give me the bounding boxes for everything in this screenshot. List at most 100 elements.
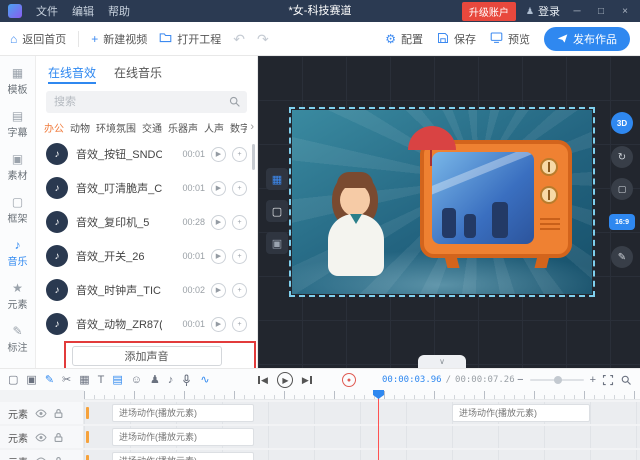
- sound-row[interactable]: ♪ 音效_按钮_SNDC 00:01 ▶ +: [36, 137, 257, 171]
- eye-icon[interactable]: [35, 433, 47, 442]
- sound-add-button[interactable]: +: [232, 249, 247, 264]
- wave-tool-icon[interactable]: ∿: [200, 375, 209, 386]
- play-button[interactable]: ▶: [277, 372, 293, 388]
- timeline-clip[interactable]: 进场动作(播放元素): [452, 404, 590, 422]
- sound-play-button[interactable]: ▶: [211, 147, 226, 162]
- search-icon[interactable]: [228, 95, 241, 108]
- tab-online-music[interactable]: 在线音乐: [114, 64, 162, 84]
- track-lane[interactable]: 进场动作(播放元素): [84, 450, 640, 460]
- timeline-clip[interactable]: 进场动作(播放元素): [112, 428, 254, 446]
- add-sound-button[interactable]: 添加声音: [72, 346, 222, 366]
- login-button[interactable]: ♟ 登录: [526, 3, 560, 19]
- back-home-button[interactable]: ⌂ 返回首页: [10, 31, 66, 47]
- category-animal[interactable]: 动物: [70, 120, 90, 135]
- sidebar-item-template[interactable]: ▦ 模板: [0, 62, 36, 100]
- sidebar-item-subtitle[interactable]: ▤ 字幕: [0, 105, 36, 143]
- sound-add-button[interactable]: +: [232, 317, 247, 332]
- video-frame[interactable]: [292, 110, 592, 294]
- eye-icon[interactable]: [35, 457, 47, 460]
- pen-tool-icon[interactable]: ✎: [45, 375, 54, 386]
- sound-play-button[interactable]: ▶: [211, 283, 226, 298]
- zoom-in-button[interactable]: +: [590, 374, 596, 386]
- zoom-out-button[interactable]: −: [517, 374, 523, 386]
- aspect-ratio-button[interactable]: 16:9: [609, 214, 635, 230]
- character-tool-icon[interactable]: ♟: [150, 375, 160, 386]
- split-tool-icon[interactable]: ✂: [62, 375, 71, 386]
- sound-row[interactable]: ♪ 音效_复印机_5 00:28 ▶ +: [36, 205, 257, 239]
- timeline-ruler[interactable]: [84, 390, 640, 400]
- sound-add-button[interactable]: +: [232, 215, 247, 230]
- subtitle-tool-icon[interactable]: ▤: [112, 375, 122, 386]
- search-input[interactable]: [46, 91, 247, 113]
- preview-button[interactable]: 预览: [490, 31, 530, 47]
- draw-button[interactable]: ✎: [611, 246, 633, 268]
- lock-icon[interactable]: [54, 432, 63, 443]
- save-button[interactable]: 保存: [437, 31, 476, 47]
- undo-button[interactable]: ↶: [233, 32, 245, 46]
- sound-play-button[interactable]: ▶: [211, 249, 226, 264]
- eye-icon[interactable]: [35, 409, 47, 418]
- image-tool-icon[interactable]: ▣: [26, 375, 36, 386]
- frame-toggle-icon[interactable]: ▢: [266, 200, 288, 222]
- menu-file[interactable]: 文件: [36, 3, 58, 19]
- sound-play-button[interactable]: ▶: [211, 181, 226, 196]
- lock-icon[interactable]: [54, 408, 63, 419]
- menu-help[interactable]: 帮助: [108, 3, 130, 19]
- 3d-button[interactable]: 3D: [611, 112, 633, 134]
- crop-button[interactable]: ▢: [611, 178, 633, 200]
- sound-play-button[interactable]: ▶: [211, 317, 226, 332]
- sticker-tool-icon[interactable]: ☺: [131, 375, 142, 386]
- text-tool-icon[interactable]: T: [98, 375, 105, 386]
- next-frame-button[interactable]: ▶: [302, 375, 312, 386]
- category-instrument[interactable]: 乐器声: [168, 120, 198, 135]
- sound-row[interactable]: ♪ 音效_开关_26 00:01 ▶ +: [36, 239, 257, 273]
- redo-button[interactable]: ↷: [257, 32, 269, 46]
- tab-online-sfx[interactable]: 在线音效: [48, 64, 96, 84]
- rotate-button[interactable]: ↻: [611, 146, 633, 168]
- sound-row[interactable]: ♪ 音效_叮清脆声_C 00:01 ▶ +: [36, 171, 257, 205]
- sidebar-item-frame[interactable]: ▢ 框架: [0, 191, 36, 229]
- sound-add-button[interactable]: +: [232, 283, 247, 298]
- sidebar-item-material[interactable]: ▣ 素材: [0, 148, 36, 186]
- select-tool-icon[interactable]: ▢: [8, 375, 18, 386]
- track-lane[interactable]: 进场动作(播放元素): [84, 426, 640, 448]
- audio-tool-icon[interactable]: ♪: [168, 375, 174, 386]
- sound-row[interactable]: ♪ 音效_时钟声_TICI 00:02 ▶ +: [36, 273, 257, 307]
- sound-add-button[interactable]: +: [232, 147, 247, 162]
- playhead-line[interactable]: [378, 390, 379, 460]
- timeline-clip[interactable]: 进场动作(播放元素): [112, 404, 254, 422]
- zoom-slider[interactable]: [530, 379, 584, 381]
- sidebar-item-annotate[interactable]: ✎ 标注: [0, 320, 36, 358]
- record-button[interactable]: ●: [342, 373, 356, 387]
- fit-timeline-icon[interactable]: [602, 374, 614, 386]
- minimize-button[interactable]: ─: [570, 6, 584, 17]
- menu-edit[interactable]: 编辑: [72, 3, 94, 19]
- category-traffic[interactable]: 交通: [142, 120, 162, 135]
- magnifier-icon[interactable]: [620, 374, 632, 386]
- prev-frame-button[interactable]: ◀: [258, 375, 268, 386]
- mask-toggle-icon[interactable]: ▣: [266, 232, 288, 254]
- sound-add-button[interactable]: +: [232, 181, 247, 196]
- category-more-arrow[interactable]: ›: [247, 121, 254, 133]
- sound-row[interactable]: ♪ 音效_动物_ZR87( 00:01 ▶ +: [36, 307, 257, 341]
- sidebar-item-music[interactable]: ♪ 音乐: [0, 234, 36, 272]
- sound-play-button[interactable]: ▶: [211, 215, 226, 230]
- collapse-handle[interactable]: ∨: [418, 355, 466, 368]
- grid-toggle-icon[interactable]: ▦: [266, 168, 288, 190]
- timeline-clip[interactable]: 进场动作(播放元素): [112, 452, 254, 460]
- category-office[interactable]: 办公: [44, 120, 64, 135]
- category-voice[interactable]: 人声: [204, 120, 224, 135]
- maximize-button[interactable]: □: [594, 6, 608, 17]
- publish-button[interactable]: 发布作品: [544, 27, 630, 51]
- config-button[interactable]: ⚙ 配置: [385, 31, 423, 47]
- zoom-slider-knob[interactable]: [554, 376, 562, 384]
- close-button[interactable]: ×: [618, 6, 632, 17]
- panel-scrollbar[interactable]: [252, 144, 255, 170]
- upgrade-account-button[interactable]: 升级账户: [462, 2, 516, 21]
- track-lane[interactable]: 进场动作(播放元素) 进场动作(播放元素): [84, 402, 640, 424]
- new-video-button[interactable]: + 新建视频: [91, 31, 147, 47]
- open-project-button[interactable]: 打开工程: [159, 31, 221, 47]
- grid-tool-icon[interactable]: ▦: [79, 375, 89, 386]
- mic-tool-icon[interactable]: [181, 374, 192, 387]
- category-ambience[interactable]: 环境氛围: [96, 120, 136, 135]
